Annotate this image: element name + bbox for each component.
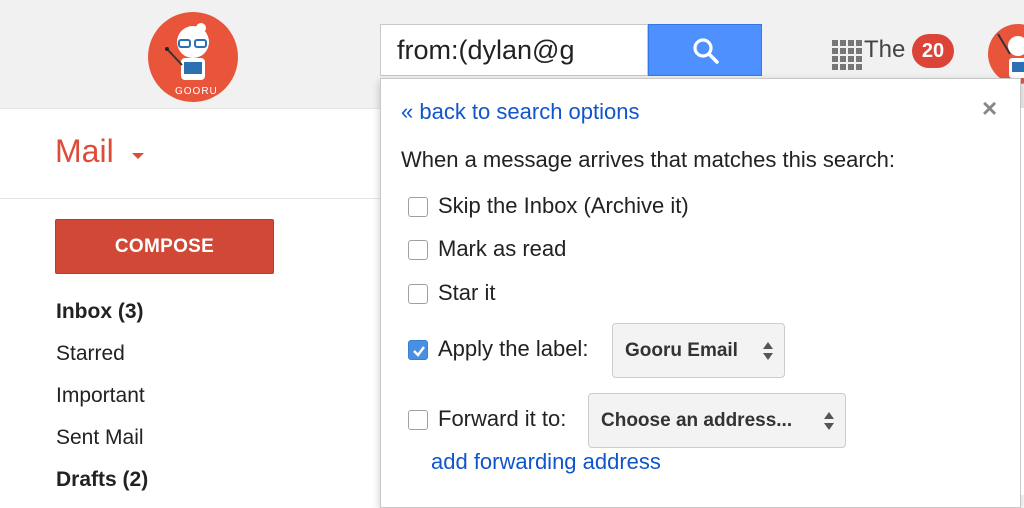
- label-select[interactable]: Gooru Email: [612, 323, 785, 378]
- checkmark-icon: [413, 346, 425, 357]
- apps-grid-icon[interactable]: [832, 40, 862, 70]
- sidebar-item-important[interactable]: Important: [56, 384, 145, 408]
- notification-badge[interactable]: 20: [912, 34, 954, 68]
- sidebar-item-starred[interactable]: Starred: [56, 342, 125, 366]
- star-it-checkbox[interactable]: [408, 284, 428, 304]
- search-button[interactable]: [648, 24, 762, 76]
- back-to-search-options-link[interactable]: « back to search options: [401, 99, 639, 125]
- skip-inbox-checkbox[interactable]: [408, 197, 428, 217]
- sidebar-item-inbox[interactable]: Inbox (3): [56, 300, 144, 324]
- search-input[interactable]: from:(dylan@g: [380, 24, 648, 76]
- forward-select-value: Choose an address...: [601, 410, 793, 431]
- forward-address-select[interactable]: Choose an address...: [588, 393, 846, 448]
- select-arrows-icon: [824, 412, 834, 430]
- add-forwarding-address-link[interactable]: add forwarding address: [431, 449, 661, 475]
- gooru-logo[interactable]: GOORU: [138, 10, 248, 105]
- close-icon[interactable]: ×: [982, 93, 997, 124]
- forward-checkbox[interactable]: [408, 410, 428, 430]
- search-icon: [693, 38, 719, 64]
- sidebar-divider: [0, 198, 380, 199]
- logo-text: GOORU: [175, 86, 218, 97]
- filter-heading: When a message arrives that matches this…: [401, 147, 895, 172]
- mail-menu-label[interactable]: Mail: [55, 133, 114, 170]
- forward-label: Forward it to:: [438, 406, 567, 431]
- chevron-down-icon[interactable]: [132, 153, 144, 159]
- account-name[interactable]: The: [864, 36, 905, 64]
- mark-as-read-checkbox[interactable]: [408, 240, 428, 260]
- skip-inbox-label: Skip the Inbox (Archive it): [438, 193, 689, 218]
- label-select-value: Gooru Email: [625, 340, 738, 361]
- star-it-label: Star it: [438, 280, 496, 305]
- apply-label-label: Apply the label:: [438, 336, 589, 361]
- mark-as-read-label: Mark as read: [438, 236, 567, 261]
- create-filter-dialog: « back to search options × When a messag…: [380, 78, 1021, 508]
- compose-button[interactable]: COMPOSE: [55, 219, 274, 274]
- search-input-value: from:(dylan@g: [397, 35, 575, 65]
- apply-label-checkbox[interactable]: [408, 340, 428, 360]
- sidebar-item-drafts[interactable]: Drafts (2): [56, 468, 148, 492]
- sidebar-item-sent-mail[interactable]: Sent Mail: [56, 426, 144, 450]
- select-arrows-icon: [763, 342, 773, 360]
